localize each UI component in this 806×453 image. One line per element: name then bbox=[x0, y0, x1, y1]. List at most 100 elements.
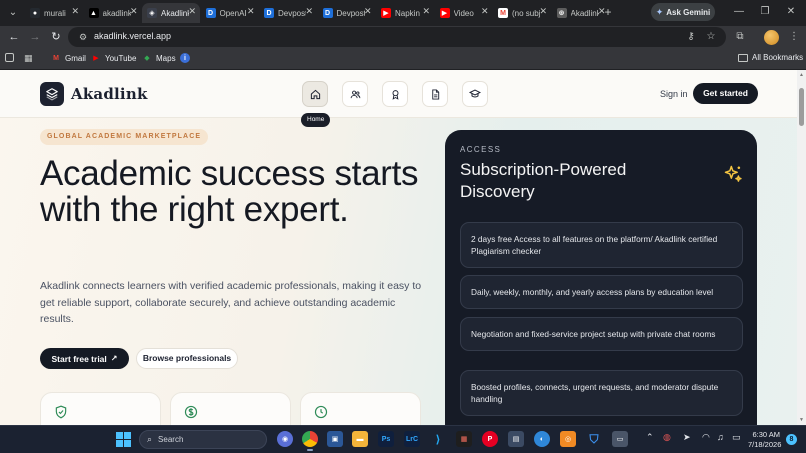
bookmark-maps[interactable]: ◆ Maps bbox=[142, 53, 175, 63]
browse-professionals-button[interactable]: Browse professionals bbox=[136, 348, 238, 369]
address-bar[interactable]: ⚙ akadlink.vercel.app ⚷ ☆ bbox=[68, 27, 726, 47]
tab-close-icon[interactable]: ✕ bbox=[539, 6, 547, 17]
photos-icon[interactable]: ▤ bbox=[508, 431, 524, 447]
nav-home-button[interactable] bbox=[302, 81, 328, 107]
browser-icon[interactable]: ◐ bbox=[534, 431, 550, 447]
close-window-button[interactable]: ✕ bbox=[783, 4, 799, 20]
taskbar-clock[interactable]: 6:30 AM 7/18/2026 bbox=[748, 430, 781, 450]
taskbar-search[interactable]: ⌕ Search bbox=[139, 430, 267, 449]
gmail-icon: M bbox=[498, 8, 508, 18]
browser-tab[interactable]: ▲ akadlink ✕ bbox=[84, 3, 142, 23]
bookmark-youtube[interactable]: ▶ YouTube bbox=[91, 53, 136, 63]
browser-tab[interactable]: D Devpost ✕ bbox=[259, 3, 317, 23]
minimize-button[interactable]: — bbox=[731, 4, 747, 20]
reload-button[interactable]: ↻ bbox=[48, 29, 64, 45]
bookmark-label: YouTube bbox=[105, 53, 137, 63]
nav-documents-button[interactable] bbox=[422, 81, 448, 107]
grid-icon[interactable]: ▦ bbox=[24, 53, 33, 64]
password-key-icon[interactable]: ⚷ bbox=[684, 30, 698, 44]
layers-logo-icon bbox=[40, 82, 64, 106]
tab-close-icon[interactable]: ✕ bbox=[305, 6, 313, 17]
extensions-icon[interactable]: ⧉ bbox=[732, 29, 748, 45]
nav-education-button[interactable] bbox=[462, 81, 488, 107]
web-page: Akadlink Sign in Get started Home GLOBAL… bbox=[0, 70, 797, 425]
page-scrollbar[interactable]: ▲ ▼ bbox=[797, 70, 806, 425]
sign-in-link[interactable]: Sign in bbox=[660, 89, 688, 99]
akadlink-icon: ◈ bbox=[147, 8, 157, 18]
tab-close-icon[interactable]: ✕ bbox=[130, 6, 138, 17]
tab-close-icon[interactable]: ✕ bbox=[422, 6, 430, 17]
tab-close-icon[interactable]: ✕ bbox=[188, 6, 196, 17]
scroll-up-icon[interactable]: ▲ bbox=[799, 72, 804, 78]
pinterest-icon[interactable]: P bbox=[482, 431, 498, 447]
wifi-icon[interactable]: ◠ bbox=[702, 432, 710, 443]
tab-title: Video bbox=[453, 8, 474, 18]
app-orange-icon[interactable]: ◎ bbox=[560, 431, 576, 447]
devin-icon: D bbox=[205, 8, 216, 18]
scroll-thumb[interactable] bbox=[799, 88, 804, 126]
bookmark-star-icon[interactable]: ☆ bbox=[704, 30, 718, 44]
copilot-icon[interactable]: ◉ bbox=[277, 431, 293, 447]
main-nav bbox=[302, 81, 488, 107]
sparkles-icon bbox=[724, 165, 742, 182]
tab-close-icon[interactable]: ✕ bbox=[481, 6, 489, 17]
browser-tab[interactable]: D OpenAI ✕ bbox=[201, 3, 259, 23]
brand[interactable]: Akadlink bbox=[40, 82, 148, 106]
forward-button[interactable]: → bbox=[27, 29, 43, 45]
start-button[interactable] bbox=[116, 432, 131, 447]
nav-tooltip: Home bbox=[301, 113, 331, 127]
browser-tab[interactable]: M (no subject)✕ bbox=[493, 3, 551, 23]
figma-icon[interactable]: ▦ bbox=[456, 431, 472, 447]
award-icon bbox=[392, 89, 398, 100]
url-text[interactable]: akadlink.vercel.app bbox=[94, 31, 171, 41]
youtube-icon: ▶ bbox=[381, 8, 391, 18]
nav-awards-button[interactable] bbox=[382, 81, 408, 107]
vscode-icon[interactable]: ⟩ bbox=[430, 431, 446, 447]
app-window-icon[interactable]: ▭ bbox=[612, 431, 628, 447]
feature-card-pricing bbox=[170, 392, 291, 425]
devin-icon: D bbox=[264, 8, 274, 18]
new-tab-button[interactable]: + bbox=[601, 5, 615, 19]
github-icon: ● bbox=[30, 8, 40, 18]
apps-icon[interactable] bbox=[5, 53, 14, 62]
site-info-icon[interactable]: ⚙ bbox=[76, 30, 90, 44]
tab-title: Devpost bbox=[336, 8, 365, 18]
bookmark-gmail[interactable]: M Gmail bbox=[51, 53, 86, 63]
nav-professionals-button[interactable] bbox=[342, 81, 368, 107]
tab-close-icon[interactable]: ✕ bbox=[71, 6, 79, 17]
photoshop-icon[interactable]: Ps bbox=[378, 431, 394, 447]
profile-avatar[interactable] bbox=[764, 30, 779, 45]
tab-search-button[interactable]: ⌄ bbox=[5, 5, 21, 21]
get-started-button[interactable]: Get started bbox=[693, 83, 758, 104]
scroll-down-icon[interactable]: ▼ bbox=[799, 417, 804, 423]
browser-tab[interactable]: ▶ Video ✕ bbox=[435, 3, 493, 23]
file-explorer-icon[interactable]: ▬ bbox=[352, 431, 368, 447]
browser-menu-icon[interactable]: ⋮ bbox=[786, 29, 802, 45]
youtube-icon: ▶ bbox=[439, 8, 450, 18]
tab-title: Devpost bbox=[278, 8, 306, 18]
start-free-trial-button[interactable]: Start free trial ↗ bbox=[40, 348, 129, 369]
ask-gemini-button[interactable]: ✦ Ask Gemini bbox=[651, 3, 715, 21]
tray-overflow-icon[interactable]: ⌃ bbox=[646, 432, 654, 443]
tray-app-icon[interactable]: ◍ bbox=[663, 432, 671, 443]
vercel-icon: ▲ bbox=[88, 8, 99, 18]
browser-tab[interactable]: ● murali ✕ bbox=[25, 3, 83, 23]
defender-icon[interactable]: ⛉ bbox=[586, 431, 602, 447]
all-bookmarks-button[interactable]: All Bookmarks bbox=[738, 53, 803, 62]
restore-button[interactable]: ❐ bbox=[757, 4, 773, 20]
browser-tab[interactable]: ▶ Napkin ✕ bbox=[376, 3, 434, 23]
info-bookmark-icon[interactable]: i bbox=[180, 53, 190, 63]
chrome-icon[interactable] bbox=[302, 431, 318, 451]
notification-badge[interactable]: 8 bbox=[786, 434, 797, 445]
tray-send-icon[interactable]: ➤ bbox=[683, 432, 691, 443]
tab-close-icon[interactable]: ✕ bbox=[247, 6, 255, 17]
battery-icon[interactable]: ▭ bbox=[732, 432, 741, 443]
browser-tab[interactable]: D Devpost ✕ bbox=[318, 3, 376, 23]
browser-tab[interactable]: ◈ Akadlink ✕ bbox=[142, 3, 200, 23]
tab-close-icon[interactable]: ✕ bbox=[364, 6, 372, 17]
youtube-icon: ▶ bbox=[93, 55, 99, 62]
volume-icon[interactable]: ♫ bbox=[717, 432, 724, 442]
lightroom-icon[interactable]: LrC bbox=[404, 431, 420, 447]
teams-icon[interactable]: ▣ bbox=[327, 431, 343, 447]
back-button[interactable]: ← bbox=[6, 29, 22, 45]
